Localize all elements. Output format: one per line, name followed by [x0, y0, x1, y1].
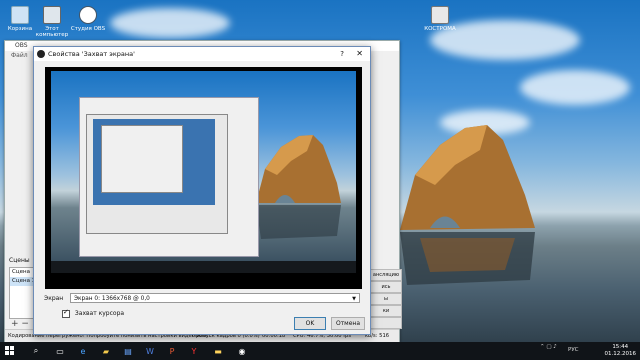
desktop-icon-obs[interactable]: Студия OBS: [68, 6, 108, 32]
desktop-icon-label: Студия OBS: [70, 26, 106, 32]
nested-preview-image: [93, 119, 215, 205]
cancel-button[interactable]: Отмена: [331, 317, 365, 330]
add-scene-icon[interactable]: +: [11, 319, 19, 329]
rock-arch-image: [256, 135, 341, 239]
cloud: [110, 8, 230, 38]
clock-time: 15:44: [612, 344, 629, 350]
start-icon[interactable]: [4, 345, 16, 357]
preview-desktop: [51, 71, 356, 261]
ok-button[interactable]: OK: [294, 317, 326, 330]
nested-dialog-image: [79, 97, 259, 257]
recycle-bin-icon: [11, 6, 29, 24]
explorer-icon[interactable]: ▬: [212, 345, 224, 357]
preview-taskbar: [51, 261, 356, 273]
dialog-title: Свойства 'Захват экрана': [48, 50, 135, 58]
close-icon[interactable]: ✕: [356, 47, 363, 61]
nested-dialog-image: [86, 114, 228, 234]
desktop-icon-label: Корзина: [7, 26, 33, 32]
start-recording-button[interactable]: ись: [370, 281, 402, 293]
computer-icon: [43, 6, 61, 24]
properties-dialog: Свойства 'Захват экрана' ? ✕ Экран Экран: [33, 46, 371, 335]
clock-date: 01.12.2016: [604, 351, 637, 357]
cloud: [520, 70, 630, 105]
dialog-titlebar: Свойства 'Захват экрана' ? ✕: [34, 47, 370, 61]
language-indicator[interactable]: РУС: [568, 347, 579, 353]
store-icon[interactable]: ▤: [122, 345, 134, 357]
search-icon[interactable]: ⌕: [30, 345, 42, 357]
capture-cursor-option[interactable]: Захват курсора: [62, 308, 125, 318]
screen-select[interactable]: Экран 0: 1366x768 @ 0,0 ▼: [70, 293, 360, 303]
exit-button[interactable]: [370, 317, 402, 329]
remove-scene-icon[interactable]: −: [21, 319, 29, 329]
studio-mode-button[interactable]: ы: [370, 293, 402, 305]
powerpoint-icon[interactable]: P: [166, 345, 178, 357]
rock-arch-image: [400, 125, 535, 285]
capture-cursor-checkbox[interactable]: [62, 308, 70, 318]
chevron-down-icon: ▼: [352, 296, 356, 302]
desktop-icon-label: КОСТРОМА: [424, 26, 456, 32]
word-icon[interactable]: W: [144, 345, 156, 357]
screen-select-value: Экран 0: 1366x768 @ 0,0: [74, 296, 150, 302]
file-icon: [431, 6, 449, 24]
task-view-icon[interactable]: ▭: [54, 345, 66, 357]
start-stream-button[interactable]: ансляцию: [370, 269, 402, 281]
tray-icons[interactable]: ⌃ ▢ ♪: [540, 344, 557, 350]
obs-icon: [37, 50, 45, 58]
scene-controls: + −: [11, 319, 29, 329]
desktop-icon-label: Этот компьютер: [35, 26, 69, 38]
capture-preview: [45, 67, 362, 289]
folder-icon[interactable]: ▰: [100, 345, 112, 357]
capture-cursor-label: Захват курсора: [74, 310, 125, 317]
obs-taskbar-icon[interactable]: ◉: [236, 345, 248, 357]
nested-dialog-image: [101, 125, 183, 193]
clock[interactable]: 15:44 01.12.2016: [605, 344, 637, 358]
yandex-browser-icon[interactable]: Y: [188, 345, 200, 357]
obs-icon: [79, 6, 97, 24]
screen-label: Экран: [44, 295, 64, 302]
desktop-icon-kostroma[interactable]: КОСТРОМА: [420, 6, 460, 32]
edge-icon[interactable]: e: [77, 345, 89, 357]
desktop-icon-computer[interactable]: Этот компьютер: [32, 6, 72, 38]
settings-button[interactable]: ки: [370, 305, 402, 317]
scenes-label: Сцены: [9, 257, 30, 264]
taskbar: ⌕ ▭ e ▰ ▤ W P Y ▬ ◉ ⌃ ▢ ♪ РУС 15:44 01.1…: [0, 342, 640, 360]
help-icon[interactable]: ?: [340, 47, 344, 61]
